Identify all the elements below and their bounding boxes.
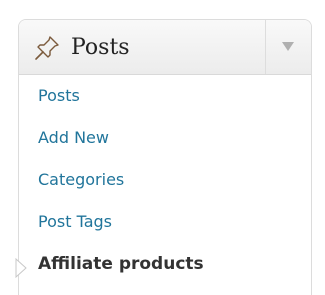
pushpin-icon bbox=[35, 36, 59, 60]
current-item-pointer-icon bbox=[15, 258, 27, 278]
submenu-item-affiliate-products[interactable]: Affiliate products bbox=[19, 243, 311, 285]
posts-menu: Posts Posts Add New Categories Post Tags… bbox=[18, 19, 312, 295]
chevron-down-icon bbox=[282, 42, 294, 51]
menu-toggle-button[interactable] bbox=[265, 20, 311, 74]
submenu-item-categories[interactable]: Categories bbox=[19, 159, 311, 201]
menu-title: Posts bbox=[71, 35, 130, 60]
submenu-item-add-new[interactable]: Add New bbox=[19, 117, 311, 159]
posts-submenu: Posts Add New Categories Post Tags Affil… bbox=[19, 75, 311, 285]
posts-menu-header[interactable]: Posts bbox=[19, 20, 311, 75]
submenu-item-posts[interactable]: Posts bbox=[19, 75, 311, 117]
submenu-item-post-tags[interactable]: Post Tags bbox=[19, 201, 311, 243]
